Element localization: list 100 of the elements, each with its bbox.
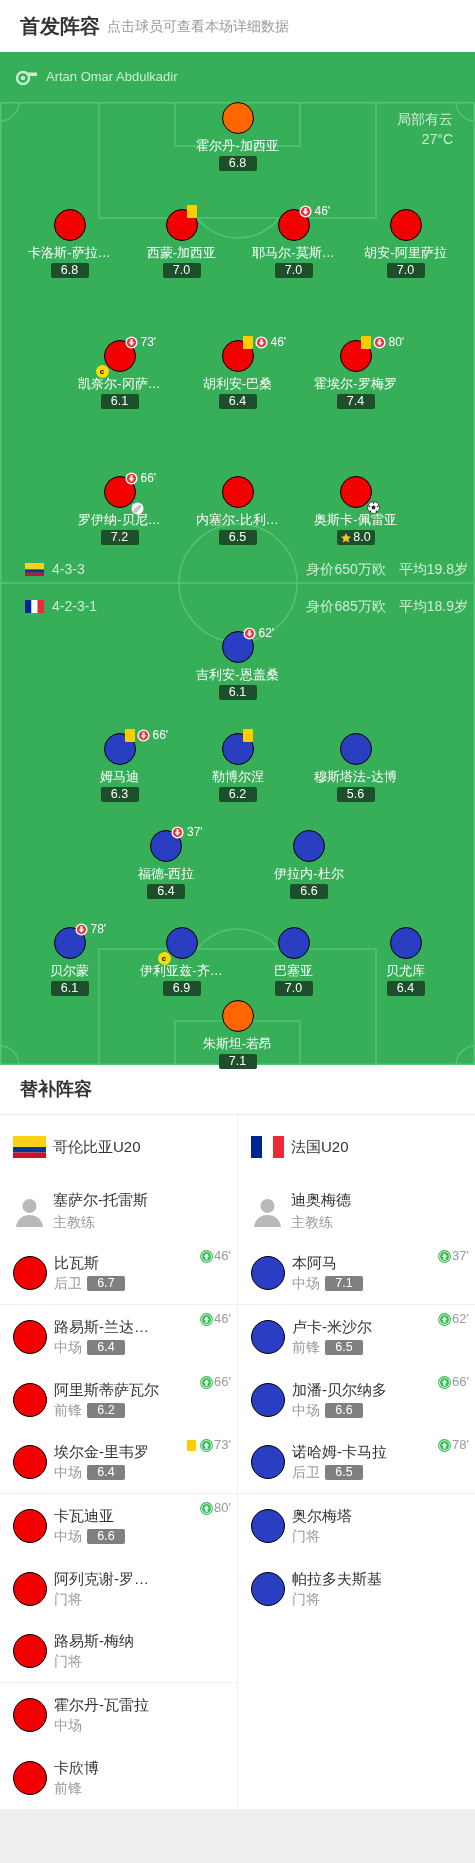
substitution-off-icon — [124, 336, 138, 349]
substitution-minute: 46' — [214, 1249, 231, 1263]
player-name: 伊拉内-杜尔 — [274, 865, 344, 883]
whistle-icon — [15, 69, 38, 85]
squad-value: 身价685万欧 — [306, 596, 386, 616]
player-rating: 7.2 — [100, 530, 139, 545]
temperature: 27°C — [421, 130, 453, 149]
section-title: 替补阵容 — [20, 1078, 92, 1101]
player-rating: 6.7 — [87, 1276, 125, 1291]
player-rating: 6.8 — [218, 156, 257, 171]
player-name: 路易斯-兰达… — [54, 1316, 149, 1337]
player-name: 胡安-阿里萨拉 — [364, 244, 447, 262]
referee-name: Artan Omar Abdulkadir — [46, 68, 178, 87]
player-name: 朱斯坦-若昂 — [202, 1035, 273, 1053]
france-flag-icon — [25, 599, 44, 613]
substitution-on-icon — [200, 1312, 214, 1326]
player-rating: 6.2 — [87, 1402, 125, 1418]
team-name: 法国U20 — [291, 1136, 349, 1157]
section-hint: 点击球员可查看本场详细数据 — [107, 16, 289, 36]
substitution-minute: 46' — [314, 205, 331, 218]
player-name: 穆斯塔法-达博 — [314, 768, 397, 786]
player-name: 吉利安-恩盖桑 — [196, 666, 279, 684]
player-position: 中场 — [54, 1463, 82, 1482]
player-name: 巴塞亚 — [274, 962, 313, 980]
substitution-minute: 62' — [258, 627, 275, 640]
substitution-minute: 80' — [214, 1501, 231, 1515]
substitution-off-icon — [74, 923, 88, 936]
player-rating: 6.6 — [290, 884, 328, 899]
substitution-on-icon — [200, 1438, 214, 1452]
player-position: 门将 — [292, 1589, 320, 1609]
player-position: 中场 — [292, 1400, 320, 1420]
player-name: 本阿马 — [292, 1253, 338, 1273]
substitution-minute: 37' — [187, 826, 203, 839]
player-name: 卡瓦迪亚 — [54, 1505, 115, 1526]
player-rating: 7.0 — [386, 263, 425, 278]
player-position: 前锋 — [54, 1400, 82, 1420]
average-age: 平均19.8岁 — [398, 559, 468, 579]
player-position: 中场 — [292, 1274, 320, 1293]
star-icon — [340, 531, 353, 544]
booking-card-icon — [187, 1439, 197, 1451]
booking-card-icon — [360, 336, 371, 349]
player-name: 罗伊纳-贝尼… — [78, 511, 161, 529]
section-title: 首发阵容 — [20, 14, 100, 39]
player-rating: 8.0 — [336, 530, 375, 545]
player-name: 奥尔梅塔 — [292, 1505, 352, 1526]
coach-role: 主教练 — [53, 1212, 96, 1232]
player-rating: 6.4 — [87, 1465, 125, 1480]
colombia-flag-icon — [25, 562, 44, 576]
player-rating: 7.1 — [325, 1276, 363, 1291]
player-rating: 5.6 — [336, 787, 375, 802]
substitution-off-icon — [298, 205, 312, 218]
player-name: 霍尔丹-加西亚 — [196, 137, 279, 155]
football-icon — [366, 501, 380, 514]
substitution-on-icon — [200, 1249, 214, 1263]
player-position: 前锋 — [54, 1778, 82, 1798]
average-age: 平均18.9岁 — [398, 596, 468, 616]
player-rating: 6.4 — [386, 981, 425, 996]
captain-badge: c — [95, 365, 109, 378]
coach-name: 迪奥梅德 — [291, 1189, 351, 1210]
substitution-minute: 66' — [152, 729, 169, 742]
player-name: 姆马迪 — [100, 768, 139, 786]
player-rating: 6.5 — [218, 530, 257, 545]
substitution-off-icon — [136, 729, 150, 742]
player-name: 霍尔丹-瓦雷拉 — [54, 1694, 149, 1715]
player-rating: 6.4 — [147, 884, 185, 899]
player-rating: 6.6 — [325, 1402, 363, 1418]
player-position: 后卫 — [54, 1274, 82, 1293]
player-position: 门将 — [292, 1526, 320, 1546]
player-rating: 7.1 — [218, 1054, 257, 1069]
formation-label: 4-3-3 — [52, 559, 85, 579]
substitution-minute: 37' — [452, 1249, 469, 1263]
player-rating: 6.5 — [325, 1465, 363, 1480]
substitution-on-icon — [438, 1249, 452, 1263]
substitution-off-icon — [372, 336, 386, 349]
player-name: 西蒙-加西亚 — [146, 244, 217, 262]
player-name: 霍埃尔-罗梅罗 — [314, 375, 397, 393]
player-rating: 6.3 — [100, 787, 139, 802]
boot-icon — [130, 502, 144, 515]
substitution-minute: 46' — [214, 1312, 231, 1326]
colombia-flag-icon — [13, 1136, 46, 1158]
player-rating: 6.1 — [50, 981, 89, 996]
player-position: 中场 — [54, 1526, 82, 1546]
booking-card-icon — [242, 729, 253, 742]
substitution-minute: 78' — [90, 923, 107, 936]
player-rating: 7.0 — [274, 981, 313, 996]
player-rating: 7.4 — [336, 394, 375, 409]
player-name: 凯奈尔-冈萨… — [78, 375, 161, 393]
booking-card-icon — [242, 336, 253, 349]
player-name: 路易斯-梅纳 — [54, 1631, 134, 1651]
booking-card-icon — [186, 205, 197, 218]
player-rating: 6.1 — [218, 685, 257, 700]
substitution-on-icon — [200, 1375, 214, 1389]
player-position: 门将 — [54, 1589, 82, 1609]
team-name: 哥伦比亚U20 — [53, 1136, 141, 1157]
player-rating: 6.1 — [100, 394, 139, 409]
player-position: 后卫 — [292, 1463, 320, 1482]
substitution-minute: 73' — [140, 336, 157, 349]
player-name: 卡欣博 — [54, 1757, 99, 1778]
player-name: 奥斯卡-佩雷亚 — [314, 511, 397, 529]
formation-label: 4-2-3-1 — [52, 596, 98, 616]
